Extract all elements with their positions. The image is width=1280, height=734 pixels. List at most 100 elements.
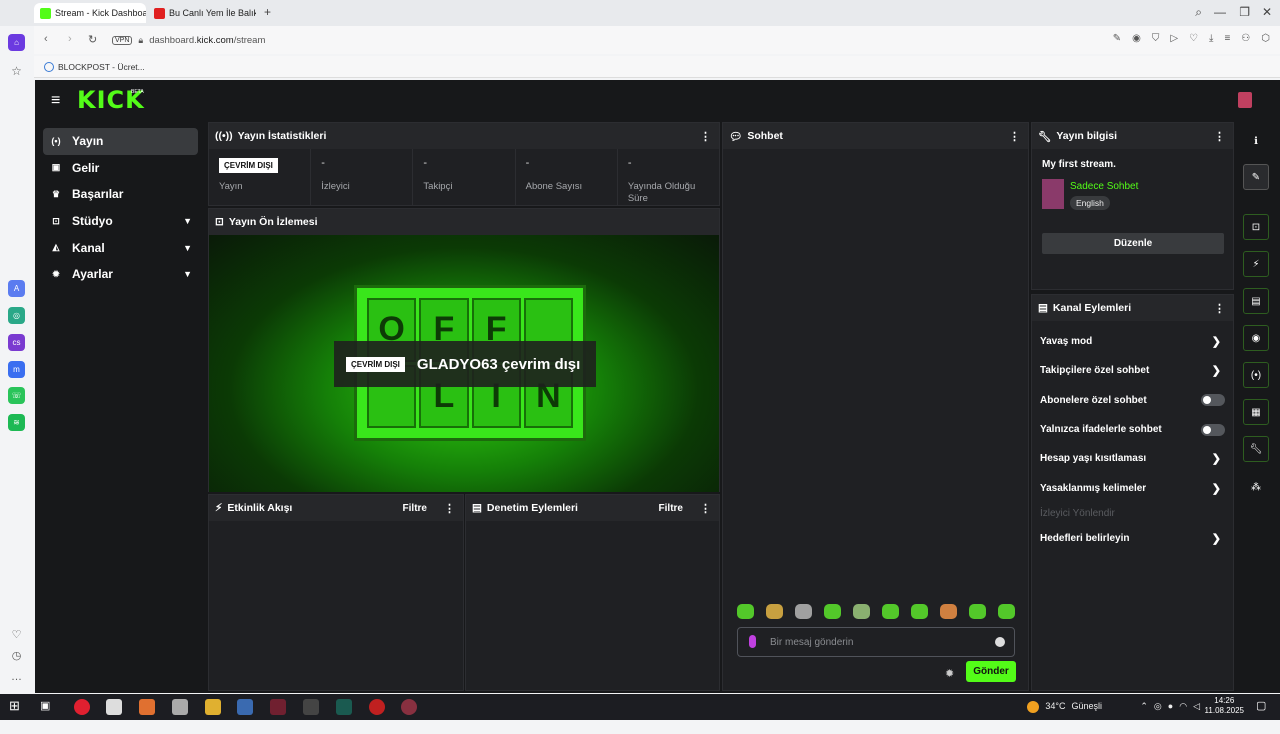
cs-icon[interactable]: cs: [8, 334, 25, 351]
stream-preview[interactable]: O F F L I N ÇEVRİM DIŞI GLADYO63 çevrim …: [209, 235, 719, 492]
app-icon[interactable]: [336, 699, 352, 715]
start-icon[interactable]: ⊞: [9, 698, 25, 714]
more-options-icon[interactable]: ⋮: [700, 502, 711, 515]
github-icon[interactable]: [172, 699, 188, 715]
filter-button[interactable]: Filtre: [403, 503, 427, 514]
emote-icon[interactable]: [766, 604, 783, 619]
wifi-icon[interactable]: ◠: [1179, 701, 1187, 712]
more-options-icon[interactable]: ⋮: [1214, 302, 1225, 315]
antivirus-icon[interactable]: ◎: [1154, 701, 1162, 712]
more-options-icon[interactable]: ⋮: [444, 502, 455, 515]
microphone-icon[interactable]: ●: [1168, 701, 1173, 712]
chevron-up-icon[interactable]: ⌃: [1140, 701, 1148, 712]
edit-icon[interactable]: ✎: [1243, 164, 1269, 190]
steam-icon[interactable]: [237, 699, 253, 715]
store-icon[interactable]: [106, 699, 122, 715]
history-icon[interactable]: ◷: [8, 647, 25, 664]
subscribers-only-toggle[interactable]: [1201, 394, 1225, 407]
opera-icon[interactable]: [74, 699, 90, 715]
clock[interactable]: 14:26 11.08.2025: [1205, 696, 1244, 716]
sidebar-item-gelir[interactable]: ▣ Gelir: [43, 155, 198, 182]
emote-icon[interactable]: [998, 604, 1015, 619]
heart-icon[interactable]: ♡: [8, 626, 25, 643]
lightning-icon[interactable]: ⚡︎: [1243, 251, 1269, 277]
emote-icon[interactable]: [969, 604, 986, 619]
bookmark-item[interactable]: BLOCKPOST - Ücret...: [58, 62, 145, 72]
chatgpt-icon[interactable]: ◎: [8, 307, 25, 324]
reload-button[interactable]: ↻: [88, 33, 97, 46]
action-banned-words[interactable]: Yasaklanmış kelimeler ❯: [1032, 473, 1233, 502]
microphone-icon[interactable]: [749, 635, 756, 648]
extensions-icon[interactable]: ⬡: [1261, 33, 1270, 44]
new-tab-button[interactable]: +: [264, 5, 271, 19]
valorant-icon[interactable]: [270, 699, 286, 715]
sidebar-item-yayin[interactable]: (•) Yayın: [43, 128, 198, 155]
emoji-icon[interactable]: [995, 637, 1005, 647]
chat-settings-icon[interactable]: ✹: [945, 667, 954, 680]
category-name[interactable]: Sadece Sohbet: [1070, 181, 1138, 192]
weather-widget[interactable]: 34°C Güneşli: [1027, 701, 1102, 713]
camera-icon[interactable]: ◉: [1132, 33, 1141, 44]
action-followers-only[interactable]: Takipçilere özel sohbet ❯: [1032, 356, 1233, 385]
whatsapp-icon[interactable]: ☏: [8, 387, 25, 404]
actions-icon[interactable]: ▦: [1243, 399, 1269, 425]
emote-icon[interactable]: [911, 604, 928, 619]
tab-kick-dashboard[interactable]: Stream - Kick Dashboard: [34, 3, 146, 23]
messenger-icon[interactable]: m: [8, 361, 25, 378]
emote-icon[interactable]: [853, 604, 870, 619]
avatar[interactable]: [1238, 92, 1252, 108]
epic-games-icon[interactable]: [303, 699, 319, 715]
play-icon[interactable]: ▷: [1170, 33, 1178, 44]
more-options-icon[interactable]: ⋮: [1214, 130, 1225, 143]
emote-icon[interactable]: [824, 604, 841, 619]
profile-icon[interactable]: ⚇: [1241, 33, 1250, 44]
info-icon[interactable]: ℹ︎: [1243, 128, 1269, 154]
emote-icon[interactable]: [795, 604, 812, 619]
tab-youtube[interactable]: Bu Canlı Yem İle Balık Tutu: [148, 3, 256, 23]
emote-icon[interactable]: [737, 604, 754, 619]
emotes-only-toggle[interactable]: [1201, 423, 1225, 436]
menu-icon[interactable]: ≡: [1224, 33, 1230, 44]
app-store-icon[interactable]: A: [8, 280, 25, 297]
url-field[interactable]: VPN 🔒︎ dashboard.kick.com/stream: [112, 32, 265, 48]
sidebar-item-basarilar[interactable]: ♛ Başarılar: [43, 181, 198, 208]
close-window-button[interactable]: ✕: [1262, 5, 1272, 19]
home-icon[interactable]: ⌂: [8, 34, 25, 51]
chat-icon[interactable]: ◉: [1243, 325, 1269, 351]
send-button[interactable]: Gönder: [966, 661, 1016, 682]
download-icon[interactable]: ⤓: [1209, 33, 1213, 44]
more-icon[interactable]: …: [8, 668, 25, 685]
heart-icon[interactable]: ♡: [1189, 33, 1198, 44]
opera-gx-icon[interactable]: [401, 699, 417, 715]
star-icon[interactable]: ☆: [8, 62, 25, 79]
wrench-icon[interactable]: 🔧︎: [1243, 436, 1269, 462]
hamburger-menu-icon[interactable]: ≡: [51, 92, 60, 110]
file-explorer-icon[interactable]: [205, 699, 221, 715]
riot-icon[interactable]: [369, 699, 385, 715]
action-account-age[interactable]: Hesap yaşı kısıtlaması ❯: [1032, 444, 1233, 473]
studio-icon[interactable]: ⊡: [1243, 214, 1269, 240]
action-set-goals[interactable]: Hedefleri belirleyin ❯: [1032, 524, 1233, 553]
filter-button[interactable]: Filtre: [659, 503, 683, 514]
back-button[interactable]: ‹: [44, 33, 48, 45]
shield-icon[interactable]: ⛉: [1152, 33, 1160, 44]
edit-icon[interactable]: ✎: [1113, 33, 1121, 44]
emote-icon[interactable]: [940, 604, 957, 619]
spotify-icon[interactable]: ≋: [8, 414, 25, 431]
copilot-icon[interactable]: [139, 699, 155, 715]
emote-icon[interactable]: [882, 604, 899, 619]
volume-icon[interactable]: ◁: [1193, 701, 1200, 712]
edit-button[interactable]: Düzenle: [1042, 233, 1224, 254]
minimize-button[interactable]: —: [1214, 5, 1226, 19]
vpn-badge[interactable]: VPN: [112, 35, 133, 45]
sidebar-item-kanal[interactable]: ◭ Kanal ▼: [43, 234, 198, 261]
action-slow-mode[interactable]: Yavaş mod ❯: [1032, 327, 1233, 356]
maximize-button[interactable]: ❐: [1239, 5, 1250, 19]
broadcast-icon[interactable]: (•): [1243, 362, 1269, 388]
sidebar-item-studyo[interactable]: ⊡ Stüdyo ▼: [43, 208, 198, 235]
more-options-icon[interactable]: ⋮: [1009, 130, 1020, 143]
search-tabs-icon[interactable]: ⌕: [1195, 5, 1202, 20]
sidebar-item-ayarlar[interactable]: ✹ Ayarlar ▼: [43, 261, 198, 288]
task-view-icon[interactable]: ▣: [40, 699, 56, 715]
clipboard-icon[interactable]: ▤: [1243, 288, 1269, 314]
